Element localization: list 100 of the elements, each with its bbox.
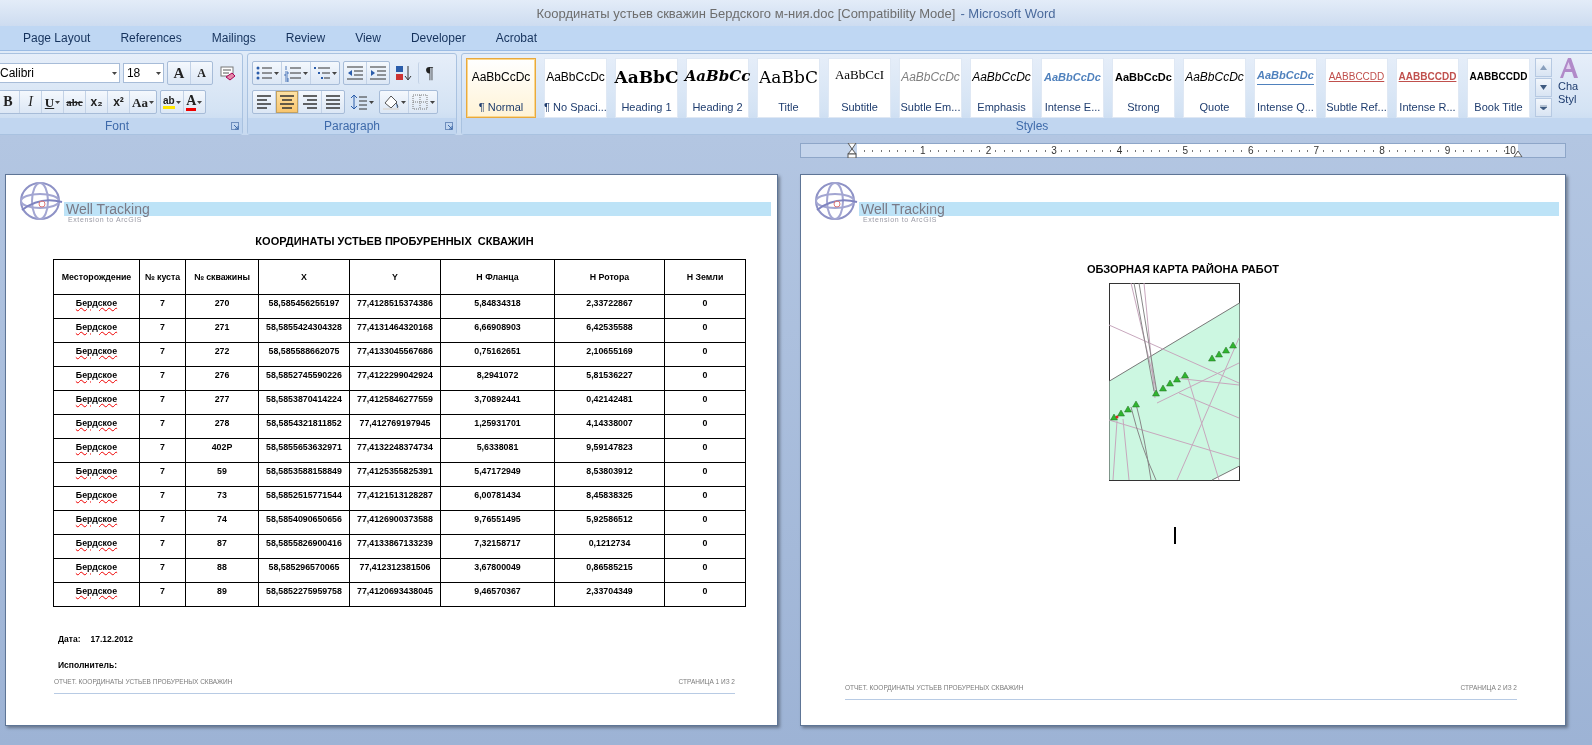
table-cell: 7 [139,438,186,463]
table-cell: 77,4120693438045 [349,582,441,607]
table-cell: 5,84834318 [440,294,555,319]
style-gallery-item[interactable]: AaBbCcDc ¶ No Spaci... [544,58,607,118]
font-color-button[interactable]: A [182,91,205,113]
ruler-number: 10 [1504,145,1516,156]
table-cell: 6,00781434 [440,486,555,511]
ribbon-tab[interactable]: Page Layout [9,27,105,49]
align-center-button[interactable] [275,91,298,113]
table-cell: 5,81536227 [554,366,665,391]
table-cell: 88 [185,558,259,583]
line-spacing-icon [350,93,368,111]
ruler-number: 2 [985,145,992,156]
table-header-cell: Y [349,259,441,295]
style-gallery-item[interactable]: AaBbCcDc Quote [1183,58,1246,118]
style-gallery-item[interactable]: AaBbCcDc Intense E... [1041,58,1104,118]
strikethrough-button[interactable]: abc [63,91,85,113]
style-gallery-item[interactable]: AABBCCDD Subtle Ref... [1325,58,1388,118]
ruler-number: 9 [1444,145,1451,156]
table-cell: 77,412312381506 [349,558,441,583]
table-cell: Бердское [53,414,140,439]
table-cell: 271 [185,318,259,343]
highlight-button[interactable]: ab [160,91,183,113]
borders-icon [411,93,429,111]
style-gallery-item[interactable]: AaBbCcDc Intense Q... [1254,58,1317,118]
font-size-field[interactable]: 18 [122,63,164,83]
table-cell: 0 [664,534,746,559]
table-cell: 0,75162651 [440,342,555,367]
table-cell: 3,67800049 [440,558,555,583]
style-gallery-item[interactable]: AABBCCDD Book Title [1467,58,1530,118]
app-name: - Microsoft Word [960,5,1056,21]
table-cell: 7 [139,558,186,583]
multilevel-list-button[interactable] [310,62,339,84]
table-cell: 0 [664,294,746,319]
style-gallery-item[interactable]: AaBbC Heading 1 [615,58,678,118]
table-cell: 276 [185,366,259,391]
table-header-cell: № куста [139,259,186,295]
table-cell: 58,585296570065 [258,558,350,583]
table-cell: 58,585588662075 [258,342,350,367]
caret-icon [111,71,117,75]
table-cell: 58,5853588158849 [258,462,350,487]
expand-icon [1540,105,1547,110]
superscript-button[interactable]: x² [107,91,129,113]
change-case-button[interactable]: Aa [129,91,156,113]
ribbon-tab[interactable]: Mailings [197,27,270,49]
table-cell: 77,4133045567686 [349,342,441,367]
bold-button[interactable]: B [0,91,19,113]
table-header-cell: X [258,259,350,295]
ribbon-tab[interactable]: Acrobat [481,27,551,49]
scroll-down-button[interactable] [1535,78,1552,97]
ribbon-tab[interactable]: View [341,27,395,49]
table-cell: Бердское [53,294,140,319]
more-styles-button[interactable] [1535,98,1552,117]
table-cell: 7 [139,510,186,535]
table-header-cell: № скважины [185,259,259,295]
table-cell: 77,4122299042924 [349,366,441,391]
table-header-cell: H Ротора [554,259,665,295]
table-cell: 2,10655169 [554,342,665,367]
style-gallery-item[interactable]: AaBbCcDc Subtle Em... [899,58,962,118]
style-gallery-item[interactable]: AaBbCcDc Strong [1112,58,1175,118]
italic-button[interactable]: I [19,91,41,113]
table-cell: Бердское [53,486,140,511]
show-marks-button[interactable]: ¶ [418,62,440,84]
increase-indent-button[interactable] [366,62,389,84]
numbering-button[interactable] [281,62,310,84]
table-cell: 73 [185,486,259,511]
subscript-button[interactable]: x₂ [85,91,107,113]
ruler-number: 3 [1051,145,1057,156]
table-cell: 6,42535588 [554,318,665,343]
table-cell: 9,46570367 [440,582,555,607]
table-cell: 0 [664,558,746,583]
grow-font-button[interactable]: A [168,62,190,84]
table-cell: 5,47172949 [440,462,555,487]
change-styles-button[interactable]: Cha Styl [1555,54,1580,106]
scroll-up-icon [1540,65,1547,70]
style-gallery-item[interactable]: AaBbCcDc Emphasis [970,58,1033,118]
ribbon-tab[interactable]: Review [271,27,340,49]
style-gallery-item[interactable]: AABBCCDD Intense R... [1396,58,1459,118]
table-cell: 77,4125355825391 [349,462,441,487]
table-cell: 7 [139,486,186,511]
shrink-font-button[interactable]: A [190,62,212,84]
table-cell: 278 [185,414,259,439]
underline-button[interactable]: U [41,91,63,113]
table-cell: 2,33722867 [554,294,665,319]
font-name-field[interactable]: Calibri [0,63,120,83]
style-gallery-item[interactable]: AaBbCcDc ¶ Normal [466,58,536,118]
style-gallery-item[interactable]: AaBbCcI Subtitle [828,58,891,118]
table-cell: 9,76551495 [440,510,555,535]
group-label: Font [105,119,129,133]
table-cell: 0 [664,438,746,463]
table-cell: 87 [185,534,259,559]
table-cell: 77,4126900373588 [349,510,441,535]
eraser-icon [218,64,236,82]
group-label: Paragraph [323,119,380,133]
dialog-launcher-icon [445,122,453,130]
ribbon-tab[interactable]: References [106,27,196,49]
group-label: Styles [1015,119,1049,133]
ribbon-tab[interactable]: Developer [396,27,480,49]
table-cell: 7 [139,414,186,439]
style-gallery-item[interactable]: AaBbC Title [757,58,820,118]
